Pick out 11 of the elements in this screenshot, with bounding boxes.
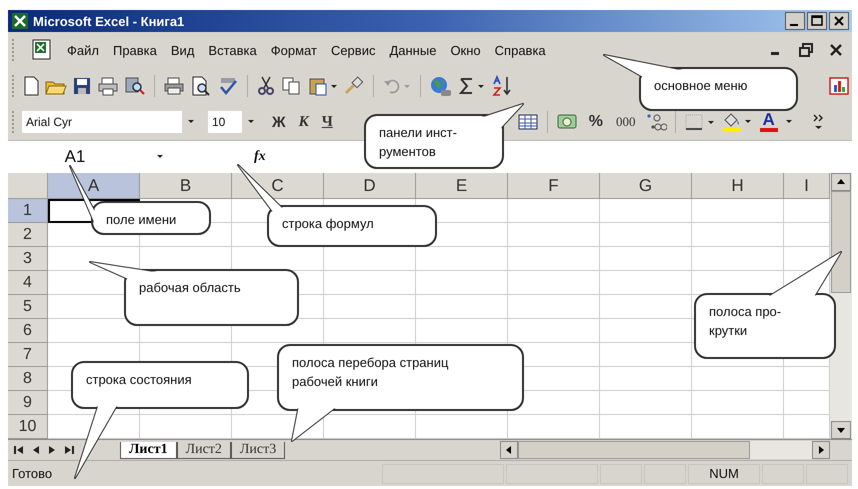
callout-text: полоса перебора страниц рабочей книги xyxy=(292,354,448,391)
status-indicator: NUM xyxy=(688,464,760,484)
callout-text: основное меню xyxy=(654,77,748,95)
callout-text: рабочая область xyxy=(139,279,241,297)
callout-text: строка формул xyxy=(282,215,374,233)
callout-text: строка состояния xyxy=(86,371,192,389)
window-title: Microsoft Excel - Книга1 xyxy=(33,14,186,28)
callout-text: поле имени xyxy=(106,211,176,229)
status-text: Готово xyxy=(12,466,52,481)
callout-text: полоса про- крутки xyxy=(709,303,782,340)
callout-text: панели инст- рументов xyxy=(379,124,457,161)
